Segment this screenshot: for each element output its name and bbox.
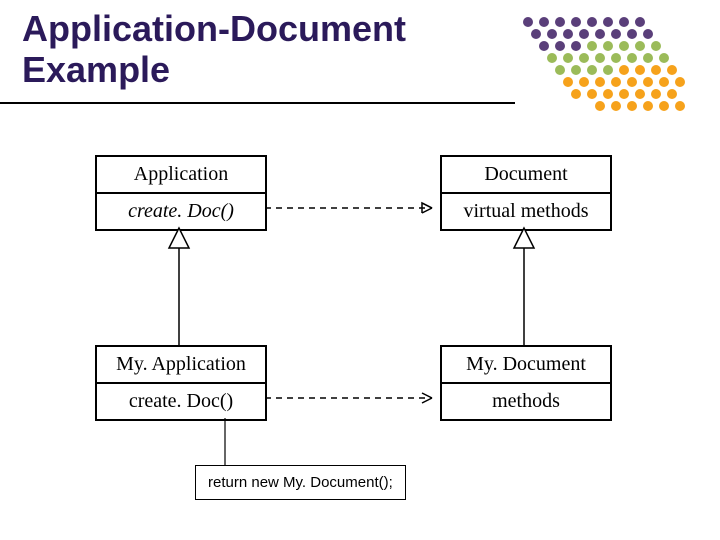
class-application: Application create. Doc() xyxy=(95,155,267,231)
note-text: return new My. Document(); xyxy=(208,474,393,491)
class-mydocument: My. Document methods xyxy=(440,345,612,421)
class-mydocument-method: methods xyxy=(442,384,610,419)
class-document: Document virtual methods xyxy=(440,155,612,231)
class-application-name: Application xyxy=(97,157,265,194)
title-underline xyxy=(0,102,515,104)
class-document-method: virtual methods xyxy=(442,194,610,229)
class-myapplication-name: My. Application xyxy=(97,347,265,384)
note-return: return new My. Document(); xyxy=(195,465,406,500)
class-myapplication-method: create. Doc() xyxy=(97,384,265,419)
class-myapplication: My. Application create. Doc() xyxy=(95,345,267,421)
class-mydocument-name: My. Document xyxy=(442,347,610,384)
class-application-method: create. Doc() xyxy=(97,194,265,229)
title-line-1: Application-Document xyxy=(22,8,406,49)
class-document-name: Document xyxy=(442,157,610,194)
decorative-dots xyxy=(520,14,690,124)
slide: Application-Document Example xyxy=(0,0,720,540)
title-line-2: Example xyxy=(22,49,170,90)
slide-title: Application-Document Example xyxy=(22,8,406,91)
